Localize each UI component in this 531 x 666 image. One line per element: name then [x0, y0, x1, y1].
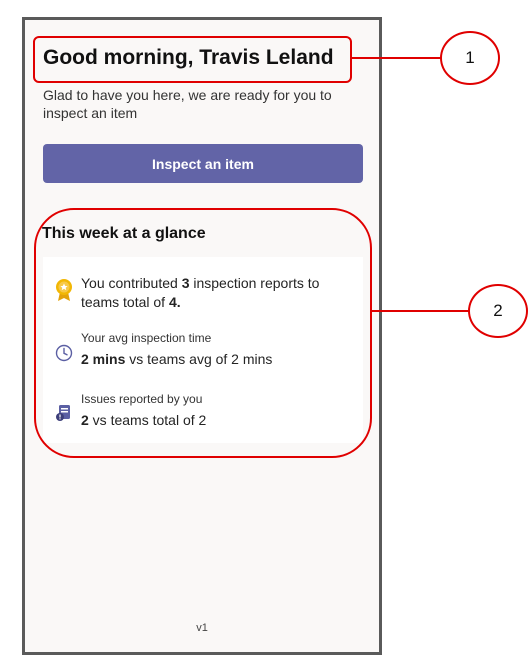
greeting-heading: Good morning, Travis Leland — [43, 46, 334, 69]
contributions-text: You contributed 3 inspection reports to … — [81, 274, 356, 312]
avg-time-line: 2 mins vs teams avg of 2 mins — [81, 349, 356, 369]
version-label: v1 — [196, 622, 208, 634]
contributions-prefix: You contributed — [81, 275, 182, 291]
annotation-callout-2: 2 — [468, 284, 528, 338]
award-badge-icon — [55, 278, 73, 307]
avg-time-label: Your avg inspection time — [81, 331, 212, 345]
welcome-subtitle: Glad to have you here, we are ready for … — [43, 87, 332, 121]
annotation-connector-2 — [370, 310, 470, 312]
issues-label: Issues reported by you — [81, 392, 203, 406]
annotation-connector-1 — [350, 57, 441, 59]
avg-time-suffix: vs teams avg of 2 mins — [125, 351, 273, 367]
app-screen: Good morning, Travis Leland Glad to have… — [22, 17, 382, 655]
clock-icon — [55, 344, 73, 367]
issues-suffix: vs teams total of 2 — [88, 412, 207, 428]
issues-value: 2 — [81, 412, 89, 428]
glance-section-title: This week at a glance — [42, 225, 206, 242]
contributions-team-total: 4. — [168, 294, 181, 310]
avg-time-value: 2 mins — [81, 351, 126, 367]
issues-report-icon — [55, 403, 73, 428]
avg-time-text: Your avg inspection time 2 mins vs teams… — [81, 330, 356, 369]
annotation-callout-1: 1 — [440, 31, 500, 85]
inspect-item-button[interactable]: Inspect an item — [43, 144, 363, 183]
issues-line: 2 vs teams total of 2 — [81, 410, 356, 430]
issues-text: Issues reported by you 2 vs teams total … — [81, 391, 356, 430]
glance-card: You contributed 3 inspection reports to … — [43, 257, 363, 443]
